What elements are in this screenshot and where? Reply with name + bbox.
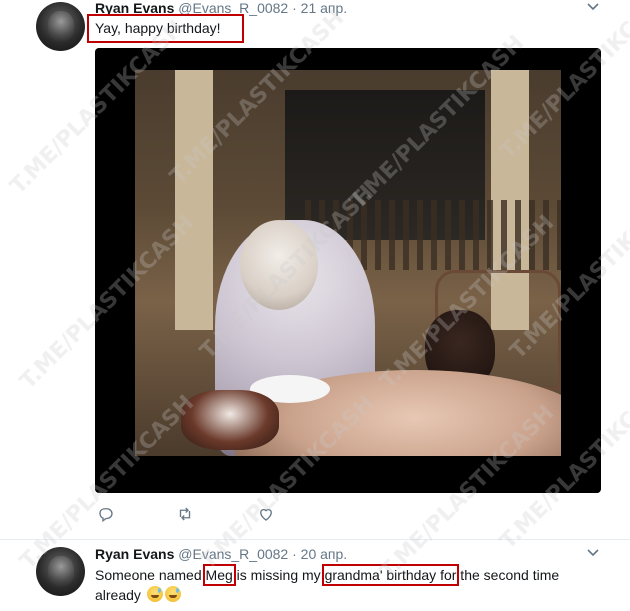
sweat-smile-emoji xyxy=(164,586,181,602)
timestamp[interactable]: 20 апр. xyxy=(301,546,348,562)
avatar[interactable] xyxy=(36,2,85,51)
highlighted-phrase: grandma' birthday for xyxy=(321,564,460,586)
separator: · xyxy=(292,546,297,562)
tweet-media[interactable] xyxy=(95,48,601,493)
tweet[interactable]: Ryan Evans @Evans_R_0082 · 21 апр. Yay, … xyxy=(0,0,630,540)
text-segment: is missing my xyxy=(232,567,325,583)
separator: · xyxy=(292,0,297,16)
photo[interactable] xyxy=(135,70,561,456)
sweat-smile-emoji xyxy=(146,586,163,602)
retweet-icon[interactable] xyxy=(176,505,196,525)
display-name[interactable]: Ryan Evans xyxy=(95,546,174,562)
avatar[interactable] xyxy=(36,547,85,596)
highlight-box xyxy=(87,14,244,43)
user-handle[interactable]: @Evans_R_0082 xyxy=(178,546,288,562)
timeline: Ryan Evans @Evans_R_0082 · 21 апр. Yay, … xyxy=(0,0,630,611)
tweet-header: Ryan Evans @Evans_R_0082 · 20 апр. xyxy=(95,545,347,563)
heart-icon[interactable] xyxy=(257,505,277,525)
tweet-text: Someone named Meg is missing my grandma'… xyxy=(95,564,585,605)
highlighted-name: Meg xyxy=(202,564,236,586)
tweet-actions xyxy=(95,505,395,525)
chevron-down-icon[interactable] xyxy=(587,2,599,14)
photo-cake xyxy=(181,390,279,450)
tweet[interactable]: Ryan Evans @Evans_R_0082 · 20 апр. Someo… xyxy=(0,541,630,611)
photo-column xyxy=(175,70,213,330)
photo-head xyxy=(240,220,318,310)
reply-icon[interactable] xyxy=(97,505,117,525)
text-segment: Someone named xyxy=(95,567,206,583)
chevron-down-icon[interactable] xyxy=(587,548,599,560)
timestamp[interactable]: 21 апр. xyxy=(301,0,348,16)
